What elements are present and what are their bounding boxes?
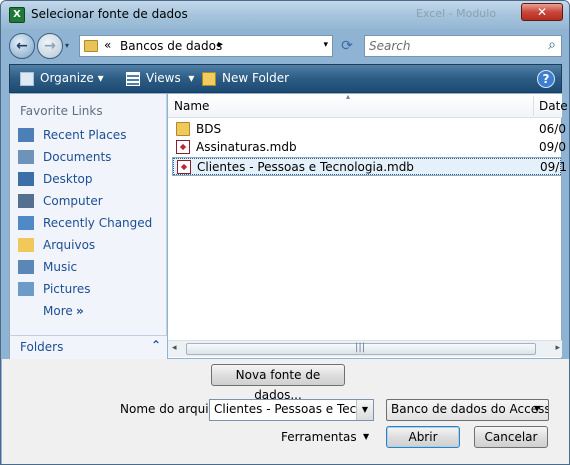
sidebar-item-computer[interactable]: Computer [14,192,164,212]
back-button[interactable]: ← [9,33,35,59]
scroll-right-icon[interactable]: ▸ [555,343,560,353]
file-row-clientes-selected[interactable]: Clientes - Pessoas e Tecnologia.mdb 09/1 [172,157,567,176]
filetype-select[interactable]: Banco de dados do Access ( [386,399,549,421]
title-bar[interactable]: X Selecionar fonte de dados Excel - Modu… [1,1,569,29]
folders-toggle[interactable]: Folders ⌃ [9,335,167,359]
filetype-dropdown-icon[interactable]: ▼ [534,404,540,413]
sidebar-more-link[interactable]: More » [14,302,164,322]
recently-changed-icon [18,216,34,230]
breadcrumb-arrow-icon[interactable]: ▸ [218,39,223,50]
access-database-icon [177,160,191,174]
sidebar-item-pictures[interactable]: Pictures [14,280,164,300]
tools-dropdown-icon[interactable]: ▼ [363,432,369,441]
music-icon [18,260,34,274]
cancel-button[interactable]: Cancelar [474,426,548,448]
recent-places-icon [18,128,34,142]
sidebar-item-arquivos[interactable]: Arquivos [14,236,164,256]
background-window-title: Excel - Modulo [416,7,497,20]
chevron-up-icon: ⌃ [150,338,161,352]
breadcrumb-overflow-icon[interactable]: « [104,38,111,52]
breadcrumb-current-folder[interactable]: Bancos de dados [120,39,222,53]
folder-icon [176,122,190,136]
column-divider[interactable] [533,96,534,116]
search-box[interactable]: ⌕ [364,35,562,57]
sidebar-item-desktop[interactable]: Desktop [14,170,164,190]
folder-icon [84,40,98,52]
window-title: Selecionar fonte de dados [31,7,188,21]
tools-menu[interactable]: Ferramentas [281,430,357,444]
computer-icon [18,194,34,208]
new-data-source-button[interactable]: Nova fonte de dados... [211,364,345,402]
folder-icon [18,238,34,252]
new-folder-button[interactable]: New Folder [222,71,289,85]
sidebar-item-recent-places[interactable]: Recent Places [14,126,164,146]
favorite-links-heading: Favorite Links [20,104,103,118]
sidebar-item-documents[interactable]: Documents [14,148,164,168]
file-row-assinaturas[interactable]: Assinaturas.mdb 09/0 [172,138,566,157]
refresh-icon[interactable]: ⟳ [337,37,357,55]
open-button[interactable]: Abrir [386,426,460,448]
file-dialog-window: X Selecionar fonte de dados Excel - Modu… [0,0,570,465]
documents-icon [18,150,34,164]
excel-app-icon: X [9,7,25,23]
views-menu[interactable]: Views ▾ [146,71,194,85]
filename-input[interactable]: Clientes - Pessoas e Tecnologia.mdb [209,399,374,421]
sidebar-item-music[interactable]: Music [14,258,164,278]
column-header-name[interactable]: Name [174,99,209,113]
address-dropdown-icon[interactable]: ▾ [323,40,328,50]
column-header-row: ▴ Name Date [168,92,568,118]
dialog-footer: Nova fonte de dados... Nome do arquivo: … [2,359,569,464]
close-button[interactable]: ✕ [521,3,563,21]
file-list: ▴ Name Date BDS 06/0 Assinaturas.mdb 09/… [168,92,568,358]
filename-dropdown-icon[interactable]: ▼ [356,400,373,420]
views-icon [126,72,140,86]
address-row: ← → ▾ « Bancos de dados ▸ ▾ ⟳ ⌕ [1,29,569,63]
column-header-date[interactable]: Date [539,99,568,113]
pictures-icon [18,282,34,296]
search-input[interactable] [367,38,537,54]
grip-icon: ||| [355,342,366,353]
search-icon[interactable]: ⌕ [548,37,556,53]
organize-menu[interactable]: Organize ▾ [40,71,104,85]
more-chevron-icon: » [76,304,84,318]
access-database-icon [176,140,190,154]
horizontal-scrollbar[interactable]: ◂ ||| ▸ [168,340,562,357]
sidebar-item-recently-changed[interactable]: Recently Changed [14,214,164,234]
navigation-pane: Favorite Links Recent Places Documents D… [9,94,167,358]
forward-button[interactable]: → [37,33,63,59]
address-bar[interactable]: « Bancos de dados ▸ ▾ [79,35,333,57]
organize-icon [20,72,34,86]
help-icon[interactable]: ? [537,70,555,88]
file-row-bds[interactable]: BDS 06/0 [172,120,566,139]
scrollbar-thumb[interactable]: ||| [186,342,536,355]
scroll-left-icon[interactable]: ◂ [172,343,177,353]
new-folder-icon [202,72,216,86]
command-bar: Organize ▾ Views ▾ New Folder ? [9,64,562,93]
history-dropdown-icon[interactable]: ▾ [65,41,69,50]
sort-indicator-icon: ▴ [346,92,351,101]
desktop-icon [18,172,34,186]
